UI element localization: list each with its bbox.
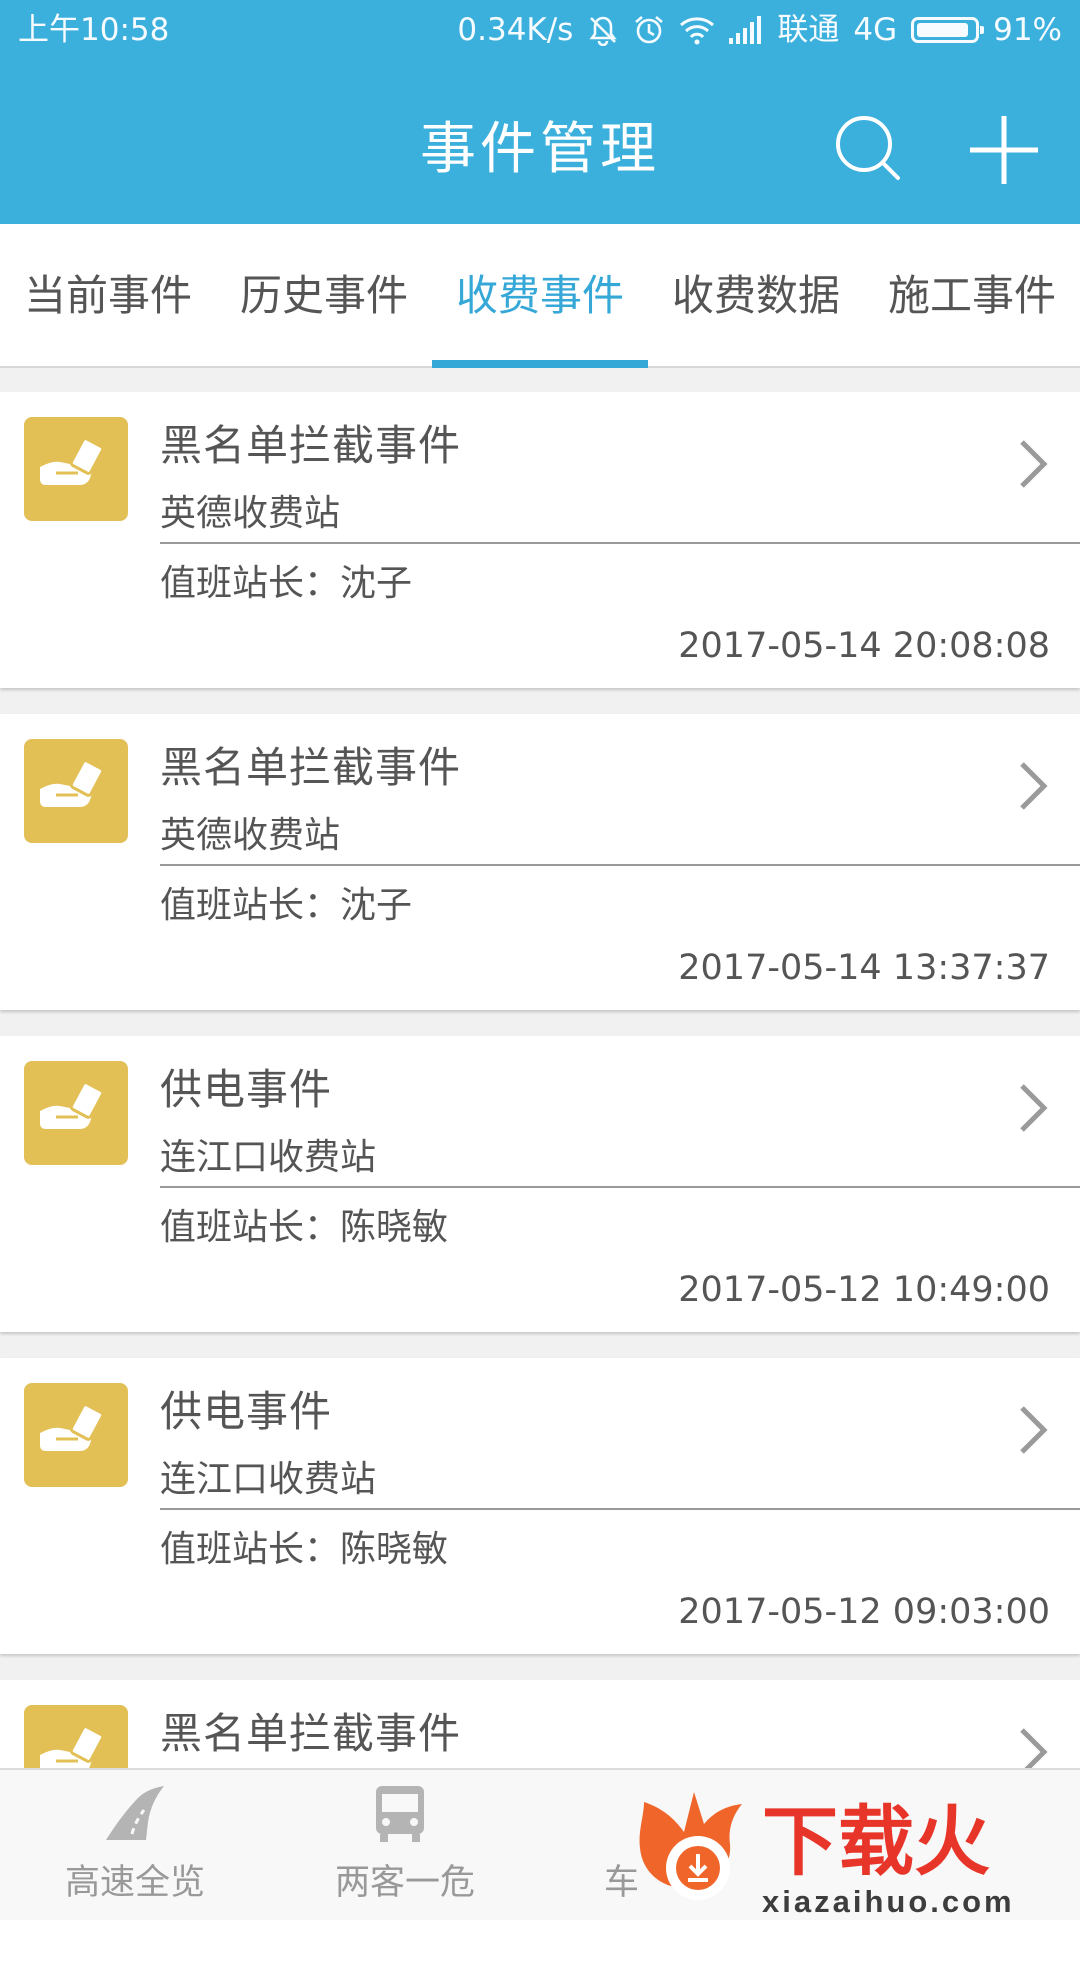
network-speed: 0.34K/s — [457, 12, 574, 48]
event-name: 黑名单拦截事件 — [160, 1709, 462, 1758]
signal-icon — [729, 16, 762, 44]
add-icon[interactable] — [966, 112, 1042, 188]
event-card[interactable]: 供电事件 连江口收费站 值班站长：陈晓敏 2017-05-12 10:49:00 — [0, 1036, 1080, 1332]
road-icon — [106, 1786, 164, 1840]
event-station: 英德收费站 — [160, 493, 341, 534]
chevron-right-icon — [1020, 440, 1048, 488]
tab-toll-data[interactable]: 收费数据 — [648, 224, 864, 368]
battery-fill — [917, 23, 969, 37]
nav-passenger-hazard[interactable]: 两客一危 — [270, 1770, 540, 1922]
search-icon[interactable] — [832, 112, 908, 188]
chevron-right-icon — [1020, 1406, 1048, 1454]
carrier-label: 联通 — [777, 12, 840, 48]
tab-history[interactable]: 历史事件 — [216, 224, 432, 368]
event-station: 连江口收费站 — [160, 1137, 377, 1178]
divider — [160, 864, 1080, 866]
status-bar: 上午10:58 0.34K/s 联通 4G 91% — [0, 0, 1080, 60]
event-station: 连江口收费站 — [160, 1459, 377, 1500]
tab-bar: 当前事件 历史事件 收费事件 收费数据 施工事件 — [0, 224, 1080, 368]
tab-current[interactable]: 当前事件 — [0, 224, 216, 368]
battery-icon — [911, 17, 985, 43]
chevron-right-icon — [1020, 1084, 1048, 1132]
tab-toll[interactable]: 收费事件 — [432, 224, 648, 368]
watermark-text: 下载火 — [762, 1800, 990, 1885]
divider — [160, 1508, 1080, 1510]
event-station: 英德收费站 — [160, 815, 341, 856]
event-name: 供电事件 — [160, 1065, 333, 1114]
event-time: 2017-05-12 10:49:00 — [678, 1270, 1050, 1310]
nav-label: 高速全览 — [64, 1863, 205, 1903]
bus-icon — [376, 1786, 424, 1842]
event-leader: 值班站长：沈子 — [160, 885, 413, 926]
event-leader: 值班站长：沈子 — [160, 563, 413, 604]
toll-payment-icon — [24, 1061, 128, 1165]
event-time: 2017-05-12 09:03:00 — [678, 1592, 1050, 1632]
toll-payment-icon — [24, 1383, 128, 1487]
event-card[interactable]: 供电事件 连江口收费站 值班站长：陈晓敏 2017-05-12 09:03:00 — [0, 1358, 1080, 1654]
divider — [160, 1186, 1080, 1188]
battery-percent: 91% — [993, 12, 1062, 48]
event-name: 黑名单拦截事件 — [160, 743, 462, 792]
watermark-logo: 下载火 xiazaihuo.com — [639, 1792, 1015, 1919]
toll-payment-icon — [24, 417, 128, 521]
mute-icon — [589, 16, 617, 46]
wifi-icon — [680, 17, 715, 45]
toll-payment-icon — [24, 739, 128, 843]
watermark-url: xiazaihuo.com — [762, 1884, 1015, 1919]
event-card[interactable]: 黑名单拦截事件 英德收费站 值班站长：沈子 2017-05-14 13:37:3… — [0, 714, 1080, 1010]
event-name: 黑名单拦截事件 — [160, 421, 462, 470]
status-right: 0.34K/s 联通 4G 91% — [457, 0, 1062, 60]
network-type: 4G — [853, 12, 898, 48]
tab-construction[interactable]: 施工事件 — [864, 224, 1080, 368]
alarm-icon — [635, 16, 664, 44]
event-card[interactable]: 黑名单拦截事件 英德收费站 值班站长：沈子 2017-05-14 20:08:0… — [0, 392, 1080, 688]
nav-label: 两客一危 — [334, 1863, 475, 1903]
event-time: 2017-05-14 20:08:08 — [678, 626, 1050, 666]
event-leader: 值班站长：陈晓敏 — [160, 1529, 449, 1570]
chevron-right-icon — [1020, 762, 1048, 810]
divider — [160, 542, 1080, 544]
nav-highway-overview[interactable]: 高速全览 — [0, 1770, 270, 1922]
event-leader: 值班站长：陈晓敏 — [160, 1207, 449, 1248]
status-time: 上午10:58 — [18, 12, 170, 48]
page-title: 事件管理 — [420, 117, 660, 182]
event-name: 供电事件 — [160, 1387, 333, 1436]
event-time: 2017-05-14 13:37:37 — [678, 948, 1050, 988]
app-bar: 上午10:58 0.34K/s 联通 4G 91% 事件管理 — [0, 0, 1080, 224]
